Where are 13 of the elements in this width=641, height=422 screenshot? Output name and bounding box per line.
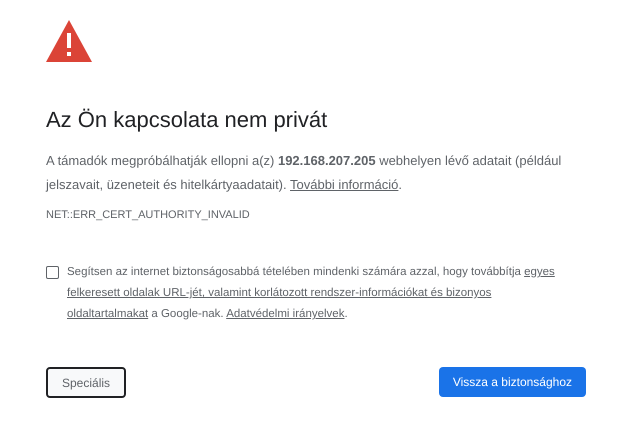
consent-text: Segítsen az internet biztonságosabbá tételében mindenki számára azzal, hogy továbbítja egyes felkeresett oldalak URL-jét, valamint korlátozott rendszer-információkat és bizonyos oldaltartalmakat a Google-nak. Adatvédelmi irányelvek. [67, 265, 556, 322]
more-info-link[interactable]: További információ [290, 177, 398, 192]
back-to-safety-button[interactable]: Vissza a biztonsághoz [438, 367, 586, 397]
consent-checkbox[interactable] [46, 266, 59, 279]
consent-link[interactable]: Adatvédelmi irányelvek [226, 308, 344, 320]
consent-link[interactable]: oldaltartalmakat [67, 308, 148, 320]
warning-message: A támadók megpróbálhatják ellopni a(z) 192.168.207.205 webhelyen lévő adatait (például jelszavait, üzeneteit és hitelkártyaadatait). További információ. [46, 152, 562, 194]
consent-link[interactable]: egyes [524, 266, 555, 278]
warning-icon [46, 20, 92, 62]
advanced-button[interactable]: Speciális [46, 367, 126, 398]
error-code: NET::ERR_CERT_AUTHORITY_INVALID [46, 208, 250, 223]
consent-link[interactable]: felkeresett oldalak URL-jét, valamint korlátozott rendszer-információkat és bizonyos [67, 287, 492, 299]
page-title: Az Ön kapcsolata nem privát [46, 106, 328, 134]
